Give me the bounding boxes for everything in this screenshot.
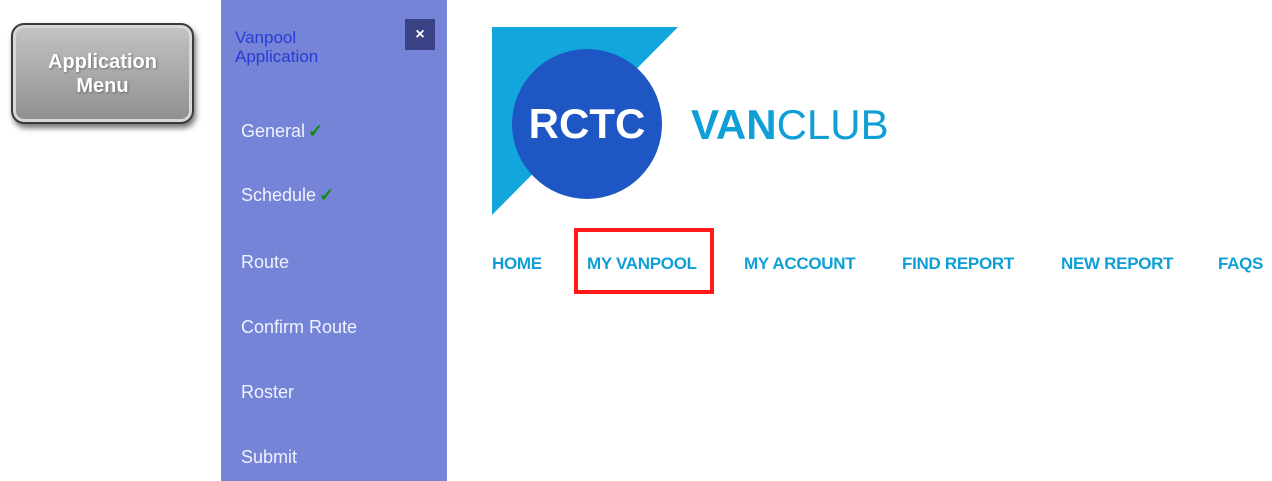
nav-home[interactable]: HOME — [492, 253, 542, 275]
logo-name-light: CLUB — [777, 101, 889, 148]
sidebar-item-confirm-route[interactable]: Confirm Route — [241, 313, 357, 341]
highlight-box — [574, 228, 714, 294]
logo-name-text: VANCLUB — [691, 101, 889, 148]
sidebar-item-submit[interactable]: Submit — [241, 443, 297, 471]
sidebar-item-label: Route — [241, 252, 290, 272]
nav-new-report[interactable]: NEW REPORT — [1061, 253, 1174, 275]
close-icon[interactable]: × — [405, 19, 435, 50]
sidebar-item-schedule[interactable]: Schedule ✓ — [241, 181, 334, 209]
checkmark-icon: ✓ — [319, 185, 335, 205]
nav-faqs[interactable]: FAQS — [1218, 253, 1263, 275]
logo-brand-text: RCTC — [529, 100, 646, 147]
sidebar-item-label: Submit — [241, 447, 298, 467]
application-menu-button[interactable]: Application Menu — [11, 23, 194, 124]
sidebar-item-general[interactable]: General ✓ — [241, 117, 323, 145]
nav-find-report[interactable]: FIND REPORT — [902, 253, 1014, 275]
sidebar-item-label: General — [241, 121, 306, 141]
sidebar-title: Vanpool Application — [235, 28, 319, 66]
application-menu-label: Application Menu — [48, 50, 157, 97]
nav-my-account[interactable]: MY ACCOUNT — [744, 253, 856, 275]
logo-name-bold: VAN — [691, 101, 777, 148]
sidebar-item-label: Roster — [241, 382, 295, 402]
sidebar-item-label: Schedule — [241, 185, 317, 205]
sidebar-item-route[interactable]: Route — [241, 248, 289, 276]
sidebar-item-roster[interactable]: Roster — [241, 378, 294, 406]
checkmark-icon: ✓ — [308, 121, 324, 141]
rctc-vanclub-logo[interactable]: RCTC VANCLUB — [492, 27, 932, 217]
sidebar-panel: Vanpool Application × General ✓ Schedule ✓… — [221, 0, 447, 481]
sidebar-item-label: Confirm Route — [241, 317, 358, 337]
